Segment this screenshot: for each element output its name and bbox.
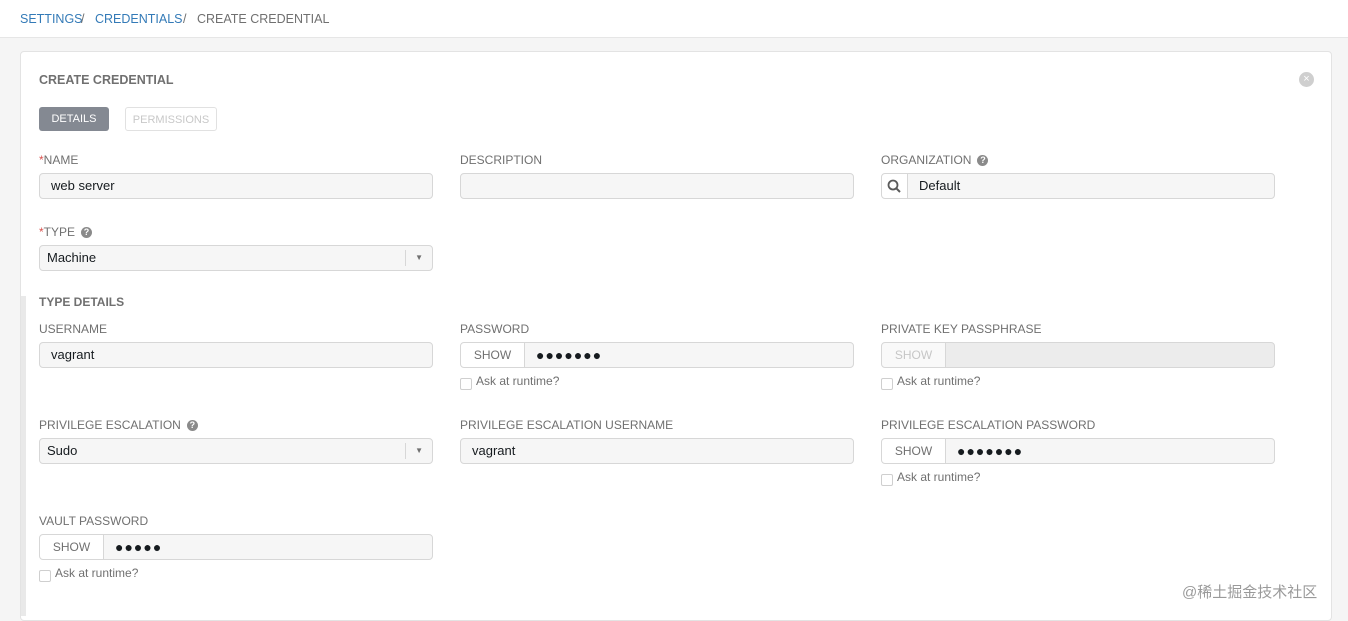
chevron-down-icon: ▼ bbox=[415, 253, 423, 262]
password-ask-runtime[interactable]: Ask at runtime? bbox=[460, 374, 559, 390]
privilege-escalation-password-show-button[interactable]: SHOW bbox=[881, 438, 946, 464]
checkbox[interactable] bbox=[460, 378, 472, 390]
select-divider bbox=[405, 443, 406, 459]
type-label-text: TYPE bbox=[43, 225, 76, 239]
vault-password-show-button[interactable]: SHOW bbox=[39, 534, 104, 560]
privilege-escalation-username-input[interactable]: vagrant bbox=[460, 438, 854, 464]
password-group: SHOW ●●●●●●● bbox=[460, 342, 854, 368]
private-key-passphrase-label: PRIVATE KEY PASSPHRASE bbox=[881, 322, 1042, 336]
private-key-passphrase-show-button[interactable]: SHOW bbox=[881, 342, 946, 368]
organization-input[interactable]: Default bbox=[907, 173, 1275, 199]
breadcrumb-separator: / bbox=[183, 12, 187, 26]
close-icon[interactable]: × bbox=[1299, 72, 1314, 87]
help-icon[interactable]: ? bbox=[977, 155, 989, 167]
help-icon[interactable]: ? bbox=[81, 227, 93, 239]
breadcrumb-credentials[interactable]: CREDENTIALS bbox=[95, 12, 183, 26]
description-label: DESCRIPTION bbox=[460, 153, 543, 167]
help-icon[interactable]: ? bbox=[186, 420, 198, 432]
type-details-title: TYPE DETAILS bbox=[39, 295, 125, 309]
description-input[interactable] bbox=[460, 173, 854, 199]
privilege-escalation-label-text: PRIVILEGE ESCALATION bbox=[39, 418, 181, 432]
privilege-escalation-password-ask-runtime[interactable]: Ask at runtime? bbox=[881, 470, 980, 486]
private-key-passphrase-ask-runtime-label: Ask at runtime? bbox=[897, 374, 981, 388]
password-ask-runtime-label: Ask at runtime? bbox=[476, 374, 560, 388]
password-show-button[interactable]: SHOW bbox=[460, 342, 525, 368]
type-label: *TYPE? bbox=[39, 225, 93, 239]
type-select-value: Machine bbox=[47, 250, 97, 265]
name-input[interactable]: web server bbox=[39, 173, 433, 199]
vault-password-input[interactable]: ●●●●● bbox=[103, 534, 433, 560]
privilege-escalation-password-group: SHOW ●●●●●●● bbox=[881, 438, 1275, 464]
breadcrumb-separator: / bbox=[81, 12, 85, 26]
privilege-escalation-password-input[interactable]: ●●●●●●● bbox=[945, 438, 1275, 464]
password-label: PASSWORD bbox=[460, 322, 530, 336]
tab-details[interactable]: DETAILS bbox=[39, 107, 109, 131]
type-details-bar bbox=[21, 296, 26, 616]
privilege-escalation-select[interactable]: Sudo ▼ bbox=[39, 438, 433, 464]
panel-title: CREATE CREDENTIAL bbox=[39, 73, 174, 87]
type-select[interactable]: Machine ▼ bbox=[39, 245, 433, 271]
organization-lookup: Default bbox=[881, 173, 1275, 199]
privilege-escalation-username-label: PRIVILEGE ESCALATION USERNAME bbox=[460, 418, 674, 432]
watermark: @稀土掘金技术社区 bbox=[1182, 584, 1318, 601]
privilege-escalation-select-value: Sudo bbox=[47, 443, 78, 458]
private-key-passphrase-group: SHOW bbox=[881, 342, 1275, 368]
breadcrumb-current: CREATE CREDENTIAL bbox=[197, 12, 330, 26]
breadcrumb: SETTINGS / CREDENTIALS / CREATE CREDENTI… bbox=[0, 0, 1348, 38]
checkbox[interactable] bbox=[39, 570, 51, 582]
organization-label: ORGANIZATION? bbox=[881, 153, 989, 167]
organization-search-button[interactable] bbox=[881, 173, 908, 199]
vault-password-ask-runtime[interactable]: Ask at runtime? bbox=[39, 566, 138, 582]
organization-label-text: ORGANIZATION bbox=[881, 153, 972, 167]
chevron-down-icon: ▼ bbox=[415, 446, 423, 455]
username-label: USERNAME bbox=[39, 322, 108, 336]
privilege-escalation-label: PRIVILEGE ESCALATION? bbox=[39, 418, 198, 432]
privilege-escalation-password-label: PRIVILEGE ESCALATION PASSWORD bbox=[881, 418, 1096, 432]
checkbox[interactable] bbox=[881, 474, 893, 486]
breadcrumb-settings[interactable]: SETTINGS bbox=[20, 12, 83, 26]
username-input[interactable]: vagrant bbox=[39, 342, 433, 368]
name-label: *NAME bbox=[39, 153, 78, 167]
privilege-escalation-password-ask-runtime-label: Ask at runtime? bbox=[897, 470, 981, 484]
vault-password-group: SHOW ●●●●● bbox=[39, 534, 433, 560]
password-input[interactable]: ●●●●●●● bbox=[524, 342, 854, 368]
tab-permissions[interactable]: PERMISSIONS bbox=[125, 107, 217, 131]
search-icon bbox=[887, 179, 901, 193]
private-key-passphrase-ask-runtime[interactable]: Ask at runtime? bbox=[881, 374, 980, 390]
vault-password-label: VAULT PASSWORD bbox=[39, 514, 149, 528]
private-key-passphrase-input[interactable] bbox=[945, 342, 1275, 368]
name-label-text: NAME bbox=[43, 153, 79, 167]
select-divider bbox=[405, 250, 406, 266]
vault-password-ask-runtime-label: Ask at runtime? bbox=[55, 566, 139, 580]
checkbox[interactable] bbox=[881, 378, 893, 390]
create-credential-panel: CREATE CREDENTIAL × DETAILS PERMISSIONS … bbox=[20, 51, 1332, 621]
